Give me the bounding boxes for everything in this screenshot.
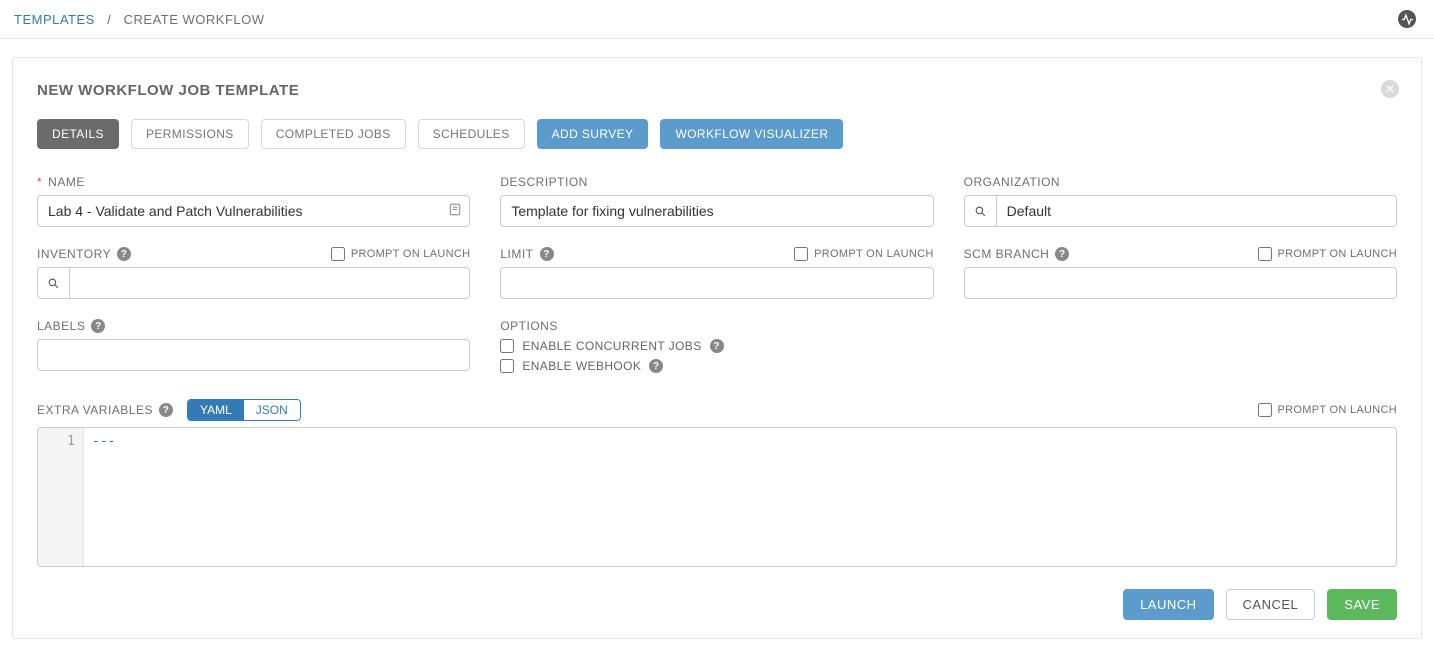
card-title: NEW WORKFLOW JOB TEMPLATE [37,82,1397,99]
required-marker: * [37,175,42,189]
description-label: DESCRIPTION [500,175,588,189]
editor-gutter: 1 [38,428,84,566]
tab-workflow-visualizer[interactable]: WORKFLOW VISUALIZER [660,119,843,149]
extra-vars-prompt[interactable]: PROMPT ON LAUNCH [1258,403,1398,417]
extra-vars-editor[interactable]: 1 --- [37,427,1397,567]
field-empty [964,319,1397,373]
help-icon[interactable]: ? [117,247,131,261]
field-inventory: INVENTORY ? PROMPT ON LAUNCH [37,247,470,299]
field-options: OPTIONS ENABLE CONCURRENT JOBS ? ENABLE … [500,319,933,373]
labels-label: LABELS [37,319,85,333]
tab-permissions[interactable]: PERMISSIONS [131,119,249,149]
limit-prompt[interactable]: PROMPT ON LAUNCH [794,247,934,261]
limit-prompt-checkbox[interactable] [794,247,808,261]
labels-input[interactable] [37,339,470,371]
toggle-yaml[interactable]: YAML [188,400,244,420]
option-webhook[interactable]: ENABLE WEBHOOK ? [500,359,933,373]
toggle-json[interactable]: JSON [244,400,300,420]
field-name: * NAME [37,175,470,227]
extra-vars-header: EXTRA VARIABLES ? YAML JSON PROMPT ON LA… [37,399,1397,421]
field-labels: LABELS ? [37,319,470,373]
contact-icon [448,203,462,220]
help-icon[interactable]: ? [159,403,173,417]
description-input[interactable] [500,195,933,227]
tabs: DETAILS PERMISSIONS COMPLETED JOBS SCHED… [37,119,1397,149]
limit-input[interactable] [500,267,933,299]
scm-branch-prompt[interactable]: PROMPT ON LAUNCH [1258,247,1398,261]
help-icon[interactable]: ? [649,359,663,373]
tab-schedules[interactable]: SCHEDULES [418,119,525,149]
activity-stream-icon[interactable] [1398,10,1416,28]
tab-add-survey[interactable]: ADD SURVEY [537,119,649,149]
tab-details[interactable]: DETAILS [37,119,119,149]
form-grid: * NAME DESCRIPTION [37,175,1397,373]
name-label: NAME [48,175,85,189]
concurrent-checkbox[interactable] [500,339,514,353]
option-concurrent[interactable]: ENABLE CONCURRENT JOBS ? [500,339,933,353]
webhook-checkbox[interactable] [500,359,514,373]
extra-vars-label: EXTRA VARIABLES [37,403,153,417]
organization-search-button[interactable] [964,195,996,227]
field-limit: LIMIT ? PROMPT ON LAUNCH [500,247,933,299]
field-organization: ORGANIZATION [964,175,1397,227]
help-icon[interactable]: ? [710,339,724,353]
inventory-prompt-checkbox[interactable] [331,247,345,261]
inventory-input[interactable] [69,267,470,299]
tab-completed-jobs[interactable]: COMPLETED JOBS [261,119,406,149]
organization-label: ORGANIZATION [964,175,1060,189]
workflow-template-card: NEW WORKFLOW JOB TEMPLATE ✕ DETAILS PERM… [12,57,1422,639]
editor-content[interactable]: --- [84,428,1396,566]
scm-branch-input[interactable] [964,267,1397,299]
breadcrumb-current: CREATE WORKFLOW [124,12,265,27]
inventory-search-button[interactable] [37,267,69,299]
help-icon[interactable]: ? [1055,247,1069,261]
line-number: 1 [38,434,75,449]
options-label: OPTIONS [500,319,558,333]
help-icon[interactable]: ? [540,247,554,261]
top-bar: TEMPLATES / CREATE WORKFLOW [0,0,1434,39]
cancel-button[interactable]: CANCEL [1226,589,1316,620]
yaml-json-toggle[interactable]: YAML JSON [187,399,301,421]
name-input[interactable] [37,195,470,227]
action-bar: LAUNCH CANCEL SAVE [37,589,1397,620]
launch-button[interactable]: LAUNCH [1123,589,1213,620]
save-button[interactable]: SAVE [1327,589,1397,620]
limit-label: LIMIT [500,247,533,261]
inventory-label: INVENTORY [37,247,111,261]
scm-branch-label: SCM BRANCH [964,247,1050,261]
help-icon[interactable]: ? [91,319,105,333]
inventory-prompt[interactable]: PROMPT ON LAUNCH [331,247,471,261]
organization-input[interactable] [996,195,1397,227]
field-scm-branch: SCM BRANCH ? PROMPT ON LAUNCH [964,247,1397,299]
field-description: DESCRIPTION [500,175,933,227]
breadcrumb-root[interactable]: TEMPLATES [14,12,95,27]
extra-vars-prompt-checkbox[interactable] [1258,403,1272,417]
breadcrumb-separator: / [107,12,111,27]
breadcrumb: TEMPLATES / CREATE WORKFLOW [14,12,265,27]
close-icon[interactable]: ✕ [1381,80,1399,98]
scm-branch-prompt-checkbox[interactable] [1258,247,1272,261]
